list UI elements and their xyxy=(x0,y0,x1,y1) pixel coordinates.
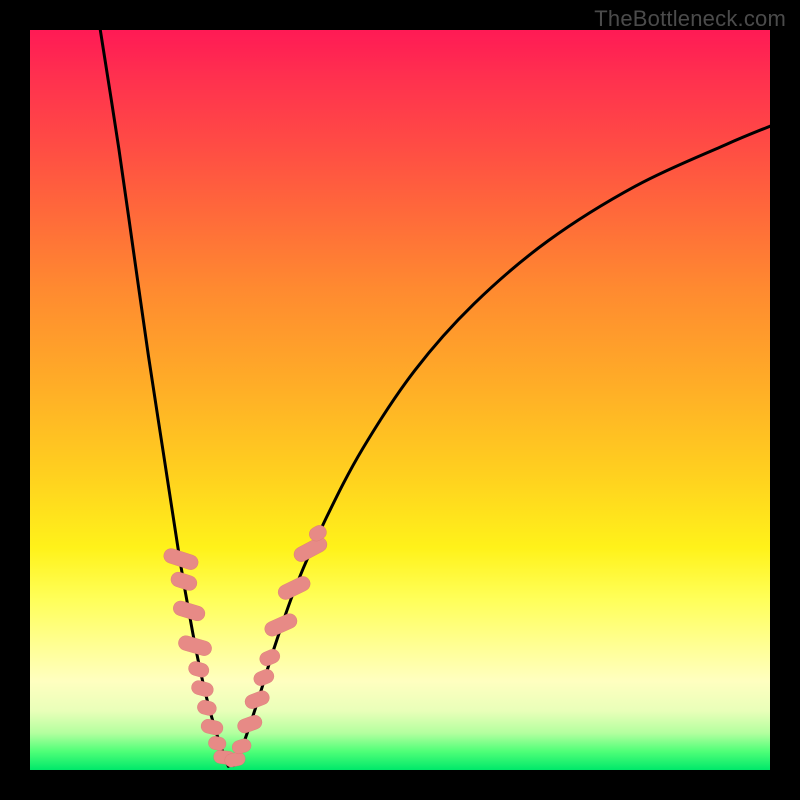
highlight-marker xyxy=(230,737,252,755)
highlight-marker xyxy=(190,679,215,698)
curve-group xyxy=(100,30,770,766)
highlight-marker xyxy=(276,574,313,602)
chart-frame: TheBottleneck.com xyxy=(0,0,800,800)
highlight-marker xyxy=(257,647,282,668)
plot-area xyxy=(30,30,770,770)
curve-left-branch xyxy=(100,30,228,766)
chart-svg xyxy=(30,30,770,770)
highlight-marker xyxy=(196,699,218,717)
highlight-marker xyxy=(262,611,299,638)
highlight-marker xyxy=(200,718,225,737)
highlight-marker xyxy=(291,535,329,565)
curve-right-branch xyxy=(234,126,771,765)
highlight-marker xyxy=(252,667,276,688)
marker-group xyxy=(162,523,330,769)
highlight-marker xyxy=(169,570,199,592)
highlight-marker xyxy=(236,713,264,735)
watermark-text: TheBottleneck.com xyxy=(594,6,786,32)
highlight-marker xyxy=(207,735,227,751)
highlight-marker xyxy=(187,660,211,679)
